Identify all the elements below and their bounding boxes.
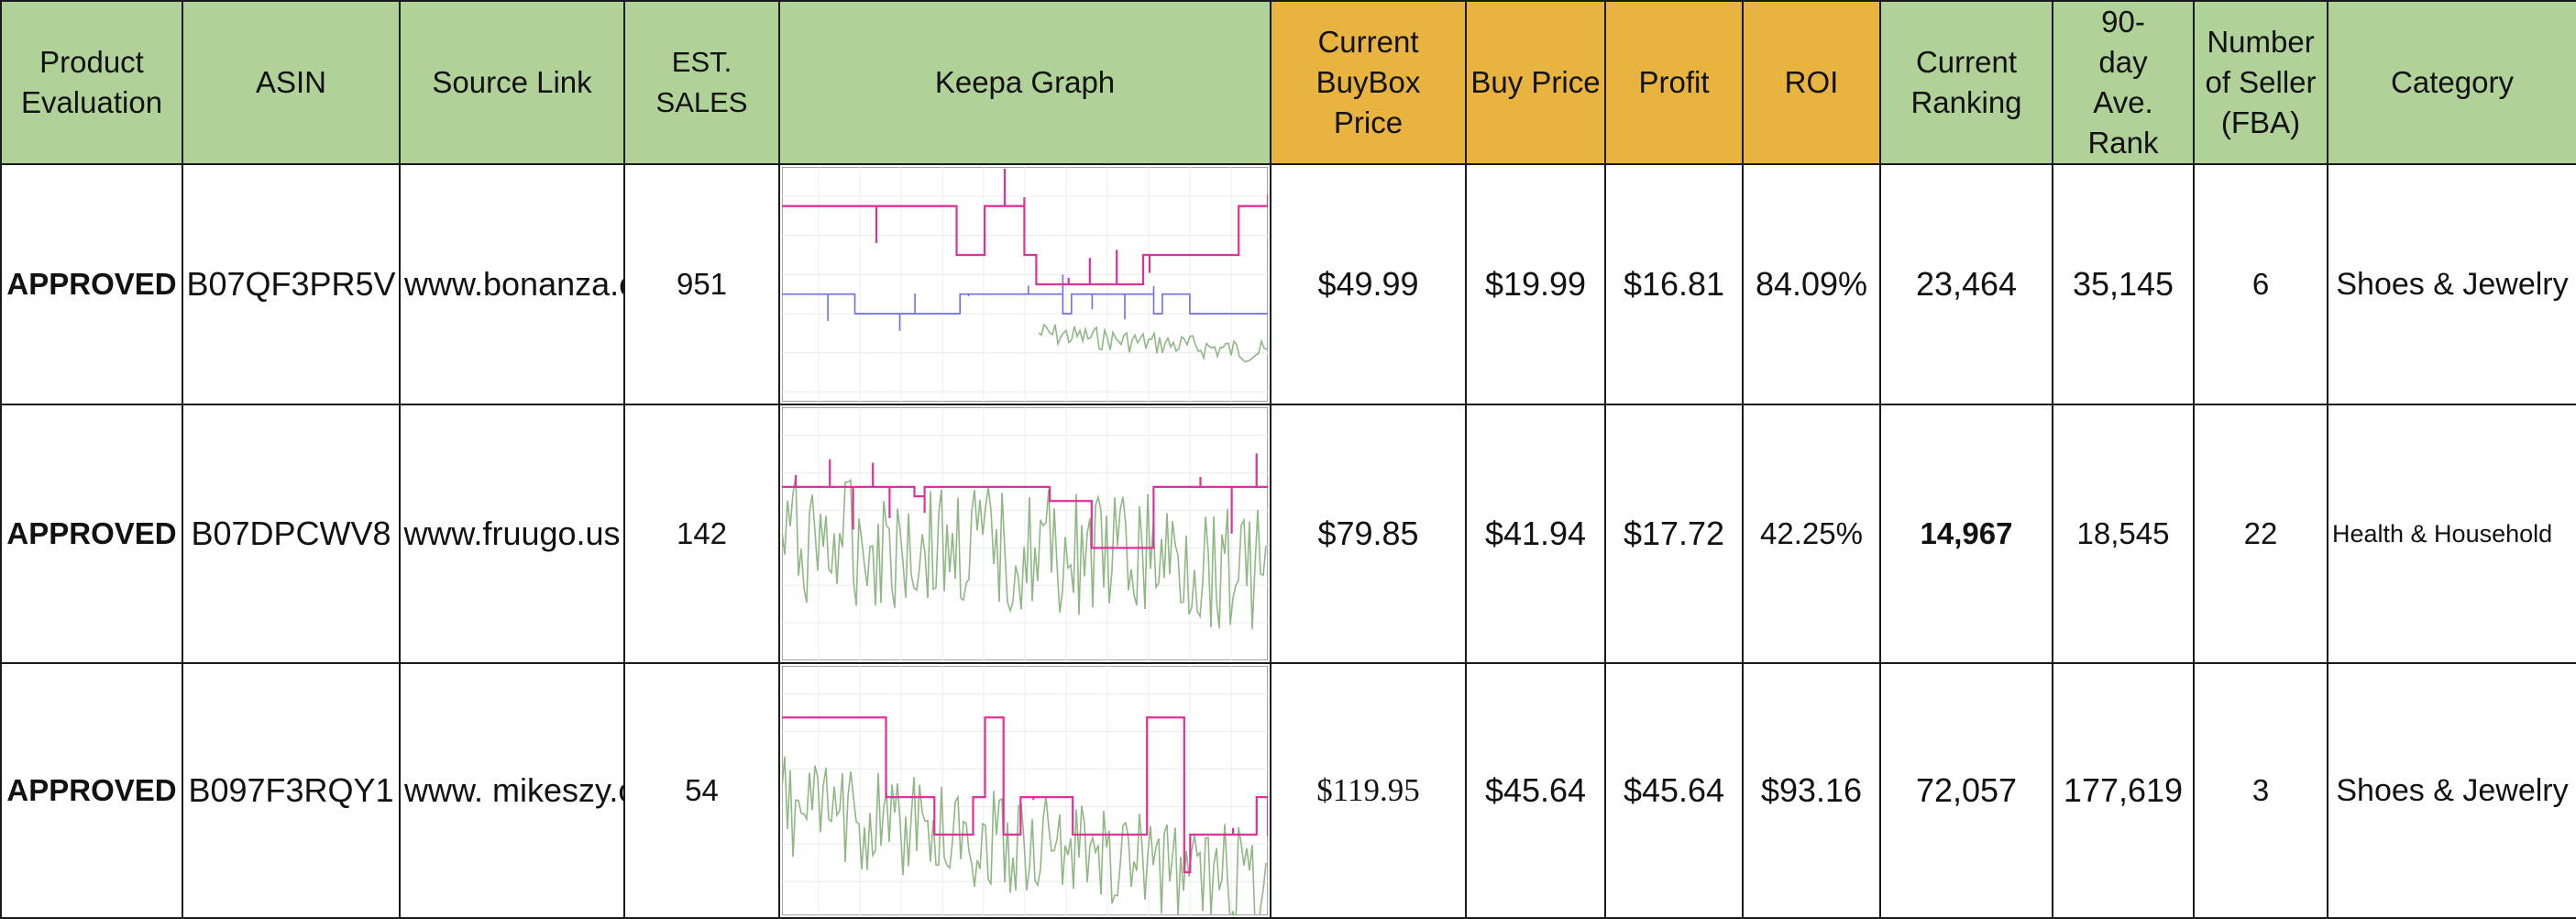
seller-count-cell[interactable]: 6 [2193, 163, 2328, 405]
seller-count-cell[interactable]: 3 [2193, 662, 2328, 919]
header-profit[interactable]: Profit [1604, 0, 1744, 165]
header-buybox-price[interactable]: Current BuyBox Price [1270, 0, 1467, 165]
buy-price-cell[interactable]: $19.99 [1465, 163, 1606, 405]
profit-cell[interactable]: $16.81 [1604, 163, 1744, 405]
keepa-graph-cell[interactable] [778, 662, 1271, 919]
asin-cell[interactable]: B097F3RQY1 [182, 662, 401, 919]
header-evaluation[interactable]: Product Evaluation [0, 0, 183, 165]
keepa-graph-image [782, 167, 1268, 402]
header-category[interactable]: Category [2327, 0, 2576, 165]
keepa-graph-image [782, 407, 1268, 660]
evaluation-cell[interactable]: APPROVED [0, 404, 183, 664]
header-buy-price[interactable]: Buy Price [1465, 0, 1606, 165]
keepa-graph-cell[interactable] [778, 404, 1271, 664]
asin-cell[interactable]: B07QF3PR5V [182, 163, 401, 405]
avg-rank-cell[interactable]: 177,619 [2052, 662, 2195, 919]
avg-rank-cell[interactable]: 35,145 [2052, 163, 2195, 405]
product-table: Product Evaluation ASIN Source Link EST.… [0, 0, 2576, 919]
header-roi[interactable]: ROI [1742, 0, 1881, 165]
source-link-cell[interactable]: www.fruugo.us [399, 404, 625, 664]
avg-rank-cell[interactable]: 18,545 [2052, 404, 2195, 664]
header-source-link[interactable]: Source Link [399, 0, 625, 165]
est-sales-cell[interactable]: 951 [623, 163, 780, 405]
profit-cell[interactable]: $17.72 [1604, 404, 1744, 664]
header-asin[interactable]: ASIN [182, 0, 401, 165]
category-cell[interactable]: Health & Household [2327, 404, 2576, 664]
header-row: Product Evaluation ASIN Source Link EST.… [0, 0, 2576, 165]
roi-cell[interactable]: $93.16 [1742, 662, 1881, 919]
buybox-price-cell[interactable]: $119.95 [1270, 662, 1467, 919]
est-sales-cell[interactable]: 54 [623, 662, 780, 919]
roi-cell[interactable]: 84.09% [1742, 163, 1881, 405]
seller-count-cell[interactable]: 22 [2193, 404, 2328, 664]
current-ranking-cell[interactable]: 72,057 [1879, 662, 2053, 919]
category-cell[interactable]: Shoes & Jewelry [2327, 662, 2576, 919]
keepa-graph-image [782, 666, 1268, 915]
evaluation-cell[interactable]: APPROVED [0, 163, 183, 405]
buybox-price-cell[interactable]: $79.85 [1270, 404, 1467, 664]
source-link-cell[interactable]: www.bonanza.c [399, 163, 625, 405]
roi-cell[interactable]: 42.25% [1742, 404, 1881, 664]
source-link-cell[interactable]: www. mikeszy.c [399, 662, 625, 919]
est-sales-cell[interactable]: 142 [623, 404, 780, 664]
category-cell[interactable]: Shoes & Jewelry [2327, 163, 2576, 405]
header-keepa-graph[interactable]: Keepa Graph [778, 0, 1271, 165]
profit-cell[interactable]: $45.64 [1604, 662, 1744, 919]
table-row[interactable]: APPROVED B07DPCWV8 www.fruugo.us 142 $79… [0, 404, 2576, 664]
header-est-sales[interactable]: EST. SALES [623, 0, 780, 165]
buybox-price-cell[interactable]: $49.99 [1270, 163, 1467, 405]
header-current-ranking[interactable]: Current Ranking [1879, 0, 2053, 165]
table-row[interactable]: APPROVED B097F3RQY1 www. mikeszy.c 54 $1… [0, 662, 2576, 919]
evaluation-cell[interactable]: APPROVED [0, 662, 183, 919]
current-ranking-cell[interactable]: 23,464 [1879, 163, 2053, 405]
buy-price-cell[interactable]: $45.64 [1465, 662, 1606, 919]
keepa-graph-cell[interactable] [778, 163, 1271, 405]
table-row[interactable]: APPROVED B07QF3PR5V www.bonanza.c 951 $4… [0, 163, 2576, 405]
header-90day-rank[interactable]: 90-day Ave. Rank [2052, 0, 2195, 165]
buy-price-cell[interactable]: $41.94 [1465, 404, 1606, 664]
current-ranking-cell[interactable]: 14,967 [1879, 404, 2053, 664]
asin-cell[interactable]: B07DPCWV8 [182, 404, 401, 664]
header-seller-count[interactable]: Number of Seller (FBA) [2193, 0, 2328, 165]
